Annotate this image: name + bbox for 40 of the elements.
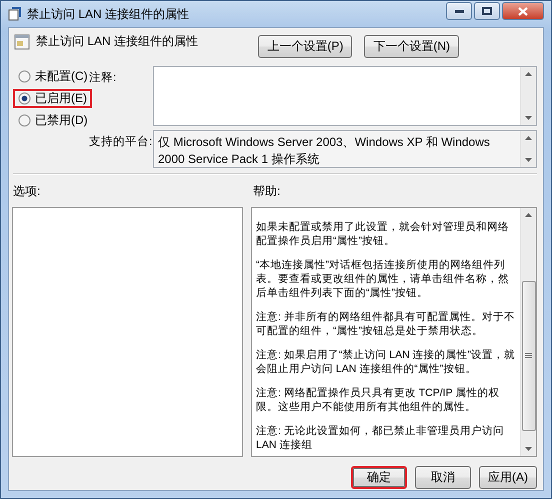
ok-button[interactable]: 确定 bbox=[351, 466, 407, 489]
scroll-up-arrow-icon[interactable] bbox=[525, 72, 532, 76]
policy-icon bbox=[8, 7, 22, 21]
maximize-button[interactable] bbox=[474, 2, 500, 20]
platform-label: 支持的平台: bbox=[89, 134, 153, 150]
help-paragraph: 如果未配置或禁用了此设置，就会针对管理员和网络配置操作员启用“属性”按钮。 bbox=[256, 220, 510, 248]
window-title: 禁止访问 LAN 连接组件的属性 bbox=[27, 6, 190, 22]
apply-button[interactable]: 应用(A) bbox=[479, 466, 537, 489]
help-paragraph: 注意: 网络配置操作员只具有更改 TCP/IP 属性的权限。这些用户不能使用所有其他组件的属性。 bbox=[256, 386, 500, 414]
close-button[interactable] bbox=[502, 2, 544, 20]
minimize-button[interactable] bbox=[446, 2, 472, 20]
scroll-down-arrow-icon[interactable] bbox=[525, 447, 532, 451]
radio-option[interactable]: 已启用(E) bbox=[13, 89, 92, 108]
scroll-down-arrow-icon[interactable] bbox=[525, 158, 532, 162]
setting-icon bbox=[14, 34, 30, 50]
cancel-button[interactable]: 取消 bbox=[415, 466, 471, 489]
maximize-icon bbox=[482, 7, 492, 15]
scroll-up-arrow-icon[interactable] bbox=[525, 136, 532, 140]
radio-option[interactable]: 已禁用(D) bbox=[13, 111, 93, 130]
scroll-down-arrow-icon[interactable] bbox=[525, 116, 532, 120]
comment-label: 注释: bbox=[89, 70, 118, 86]
help-label: 帮助: bbox=[253, 182, 280, 200]
close-icon bbox=[518, 6, 528, 16]
help-paragraph: 注意: 如果启用了“禁止访问 LAN 连接的属性”设置，就会阻止用户访问 LAN 连接组件的“属性”按钮。 bbox=[256, 348, 516, 376]
platform-text: 仅 Microsoft Windows Server 2003、Windows XP 和 Windows 2000 Service Pack 1 操作系统 bbox=[157, 134, 491, 167]
grip-icon bbox=[525, 353, 532, 359]
setting-title: 禁止访问 LAN 连接组件的属性 bbox=[36, 33, 198, 50]
radio-circle-icon bbox=[18, 70, 31, 83]
radio-circle-icon bbox=[18, 114, 31, 127]
previous-setting-button[interactable]: 上一个设置(P) bbox=[258, 35, 352, 58]
help-paragraph: 注意: 无论此设置如何，都已禁止非管理员用户访问 LAN 连接组 bbox=[256, 424, 505, 452]
help-paragraph: “本地连接属性”对话框包括连接所使用的网络组件列表。要查看或更改组件的属性，请单击组件名称，然后单击组件列表下面的“属性”按钮。 bbox=[256, 258, 510, 300]
help-paragraph: 注意: 并非所有的网络组件都具有可配置属性。对于不可配置的组件，“属性”按钮总是处于禁用状态。 bbox=[256, 310, 516, 338]
comment-field[interactable] bbox=[153, 66, 537, 126]
minimize-icon bbox=[454, 10, 464, 12]
scroll-up-arrow-icon[interactable] bbox=[525, 213, 532, 217]
scrollbar-thumb[interactable] bbox=[522, 281, 536, 431]
radio-circle-icon bbox=[18, 92, 31, 105]
options-label: 选项: bbox=[13, 182, 42, 200]
next-setting-button[interactable]: 下一个设置(N) bbox=[364, 35, 459, 58]
